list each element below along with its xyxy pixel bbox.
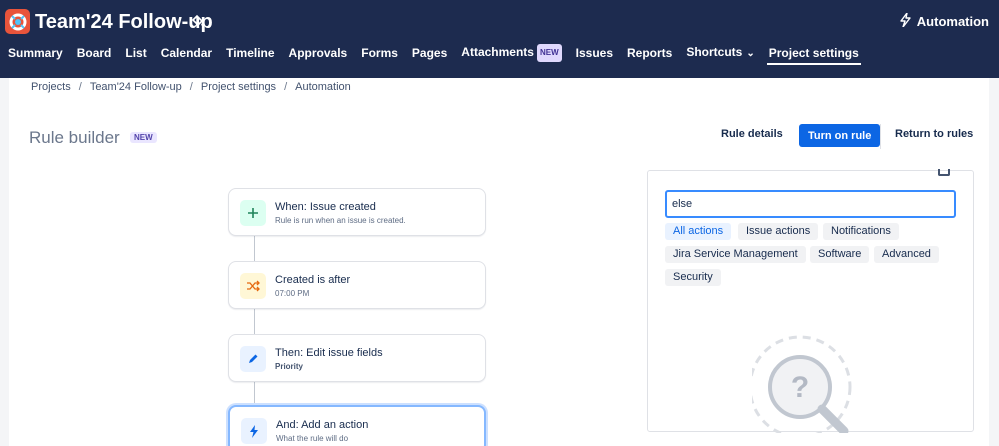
project-title[interactable]: Team'24 Follow-up [35,9,213,35]
tab-summary[interactable]: Summary [8,45,63,61]
plus-icon [240,200,266,226]
return-to-rules-button[interactable]: Return to rules [895,128,973,140]
step-subtitle: 07:00 PM [275,289,310,298]
breadcrumb-automation[interactable]: Automation [295,81,351,93]
tab-forms[interactable]: Forms [361,45,398,61]
lightning-icon [900,12,911,30]
action-step[interactable]: Then: Edit issue fields Priority [228,334,486,382]
automation-button[interactable]: Automation [900,12,989,30]
step-subtitle: Priority [275,362,304,371]
chevron-down-icon: ⌄ [746,48,755,59]
tab-board[interactable]: Board [77,45,112,61]
category-advanced[interactable]: Advanced [874,246,939,263]
tab-reports[interactable]: Reports [627,45,672,61]
page-title: Rule builder [29,128,120,147]
panel-toggle-icon[interactable] [938,169,950,176]
project-logo-icon[interactable] [5,9,30,34]
svg-text:?: ? [791,371,809,404]
step-title: When: Issue created [275,201,376,213]
turn-on-rule-button[interactable]: Turn on rule [799,124,881,147]
breadcrumb-projects[interactable]: Projects [31,81,71,93]
breadcrumb-project-settings[interactable]: Project settings [201,81,276,93]
breadcrumb-separator: / [78,81,82,93]
trigger-step[interactable]: When: Issue created Rule is run when an … [228,188,486,236]
step-subtitle: What the rule will do [276,434,349,443]
bolt-icon [241,418,267,444]
tab-list[interactable]: List [125,45,146,61]
breadcrumb-project[interactable]: Team'24 Follow-up [90,81,182,93]
breadcrumb: Projects / Team'24 Follow-up / Project s… [31,81,351,93]
flow-connector [254,382,255,407]
step-title: And: Add an action [276,419,369,431]
category-jira-service-management[interactable]: Jira Service Management [665,246,806,263]
flow-connector [254,236,255,261]
tab-shortcuts[interactable]: Shortcuts ⌄ [686,44,754,62]
tab-approvals[interactable]: Approvals [289,45,348,61]
breadcrumb-separator: / [189,81,193,93]
project-tabs: Summary Board List Calendar Timeline App… [8,42,873,65]
category-security[interactable]: Security [665,269,721,286]
category-issue-actions[interactable]: Issue actions [738,223,819,240]
flow-connector [254,309,255,334]
automation-label: Automation [916,14,989,29]
new-badge: NEW [130,132,157,143]
category-software[interactable]: Software [810,246,870,263]
breadcrumb-separator: / [284,81,288,93]
step-subtitle: Rule is run when an issue is created. [275,216,406,225]
step-title: Then: Edit issue fields [275,347,383,359]
step-title: Created is after [275,274,351,286]
rule-details-button[interactable]: Rule details [721,128,783,140]
category-notifications[interactable]: Notifications [823,223,899,240]
tab-calendar[interactable]: Calendar [161,45,212,61]
tab-attachments[interactable]: Attachments NEW [461,44,562,62]
top-navigation: Team'24 Follow-up Automation Summary Boa… [0,0,999,78]
new-badge: NEW [536,44,562,62]
magnifier-empty-state-icon: ? [752,331,872,433]
tab-shortcuts-label: Shortcuts [686,45,743,59]
tab-project-settings[interactable]: Project settings [766,45,861,65]
pencil-icon [240,346,266,372]
shuffle-icon [240,273,266,299]
action-picker-panel: All actions Issue actions Notifications … [647,169,974,433]
category-all-actions[interactable]: All actions [665,223,732,240]
main-content: Projects / Team'24 Follow-up / Project s… [9,78,989,446]
paint-bucket-icon[interactable] [191,14,204,29]
tab-timeline[interactable]: Timeline [226,45,274,61]
tab-attachments-label: Attachments [461,45,534,59]
tab-issues[interactable]: Issues [576,45,613,61]
tab-pages[interactable]: Pages [412,45,447,61]
search-input[interactable] [665,190,956,218]
divider [880,124,881,149]
condition-step[interactable]: Created is after 07:00 PM [228,261,486,309]
add-action-step[interactable]: And: Add an action What the rule will do [228,405,486,446]
